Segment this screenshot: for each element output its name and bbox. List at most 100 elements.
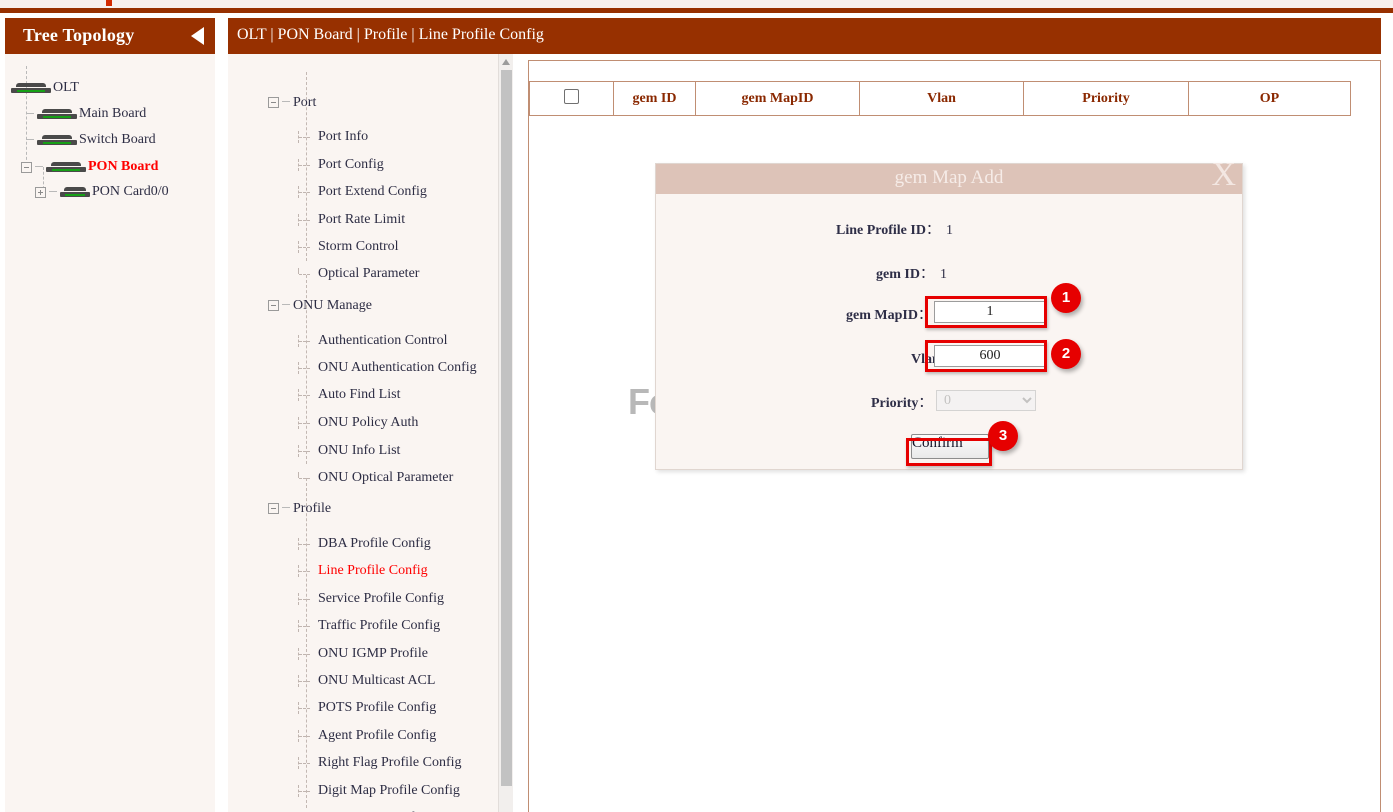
tree-branch-icon — [298, 648, 314, 660]
collapse-panel-icon[interactable] — [191, 27, 204, 45]
tree-branch-icon — [298, 538, 314, 550]
tree-item-port-info[interactable]: Port Info — [298, 129, 368, 145]
field-separator: ： — [918, 396, 932, 411]
annotation-badge-1: 1 — [1051, 283, 1081, 313]
table-col-op[interactable]: OP — [1189, 82, 1351, 116]
tree-branch-icon — [298, 268, 314, 280]
tree-item-port-extend-config[interactable]: Port Extend Config — [298, 184, 427, 200]
tree-node-switch-board[interactable]: Switch Board — [26, 132, 156, 148]
device-icon — [37, 134, 77, 146]
tree-item-dba-profile-config[interactable]: DBA Profile Config — [298, 536, 431, 552]
table-col-gem-mapid[interactable]: gem MapID — [696, 82, 860, 116]
app-window: Tree Topology OLT Main Board Switch Boar… — [0, 0, 1393, 812]
field-gem-id: gem ID：1 — [876, 263, 947, 283]
tree-branch-icon — [298, 757, 314, 769]
checkbox-icon[interactable] — [564, 89, 579, 104]
tree-branch-icon — [298, 241, 314, 253]
tree-branch-icon — [298, 565, 314, 577]
breadcrumb-bar: OLT | PON Board | Profile | Line Profile… — [228, 18, 1381, 54]
tree-node-olt[interactable]: OLT — [11, 80, 79, 96]
vlan-input[interactable] — [934, 345, 1046, 367]
scroll-up-icon[interactable] — [502, 59, 510, 65]
field-priority: Priority： — [871, 392, 932, 412]
field-label: Priority — [871, 396, 918, 412]
top-strip — [0, 0, 1393, 12]
tree-branch-icon — [298, 702, 314, 714]
tree-group-port[interactable]: Port — [268, 95, 316, 111]
tree-item-digit-map-profile-config[interactable]: Digit Map Profile Config — [298, 783, 460, 799]
collapse-minus-icon[interactable] — [268, 503, 279, 514]
tree-item-onu-authentication-config[interactable]: ONU Authentication Config — [298, 360, 477, 376]
device-icon — [60, 186, 90, 198]
table-col-vlan[interactable]: Vlan — [860, 82, 1024, 116]
tree-item-pots-profile-config[interactable]: POTS Profile Config — [298, 700, 436, 716]
tree-node-main-board[interactable]: Main Board — [26, 106, 146, 122]
annotation-badge-2: 2 — [1051, 339, 1081, 369]
tree-group-onu-manage[interactable]: ONU Manage — [268, 298, 372, 314]
close-x-icon[interactable]: X — [1211, 158, 1236, 192]
dialog-title-bar: gem Map Add X — [656, 164, 1242, 194]
tree-branch-icon — [298, 675, 314, 687]
tree-branch-icon — [298, 620, 314, 632]
scrollbar-thumb[interactable] — [501, 70, 512, 786]
tree-item-storm-control[interactable]: Storm Control — [298, 239, 399, 255]
gem-map-add-dialog: gem Map Add X Line Profile ID：1 gem ID：1… — [655, 163, 1243, 470]
navigation-panel: OLT | PON Board | Profile | Line Profile… — [228, 18, 513, 812]
field-label: gem ID — [876, 267, 920, 283]
table-col-gem-id[interactable]: gem ID — [614, 82, 696, 116]
tree-branch-icon — [298, 335, 314, 347]
annotation-badge-3: 3 — [988, 421, 1018, 451]
tree-node-pon-board[interactable]: PON Board — [21, 159, 158, 175]
config-tree: Port Port Info Port Config Port Extend C… — [228, 54, 513, 812]
tree-item-optical-parameter[interactable]: Optical Parameter — [298, 266, 419, 282]
breadcrumb: OLT | PON Board | Profile | Line Profile… — [237, 26, 544, 44]
tree-item-authentication-control[interactable]: Authentication Control — [298, 333, 447, 349]
tree-dash-icon — [26, 139, 34, 140]
nav-scrollbar[interactable] — [498, 54, 513, 812]
tree-item-service-profile-config[interactable]: Service Profile Config — [298, 591, 444, 607]
field-value: 1 — [940, 267, 947, 282]
tree-node-pon-card[interactable]: PON Card0/0 — [35, 184, 169, 200]
tree-branch-icon — [298, 417, 314, 429]
device-icon — [11, 82, 51, 94]
tree-item-port-config[interactable]: Port Config — [298, 157, 384, 173]
gem-mapid-input[interactable] — [934, 301, 1046, 323]
tree-item-port-rate-limit[interactable]: Port Rate Limit — [298, 212, 405, 228]
field-separator: ： — [918, 308, 932, 323]
tree-dash-icon — [282, 101, 290, 102]
tree-branch-icon — [298, 389, 314, 401]
collapse-minus-icon[interactable] — [21, 162, 32, 173]
tree-item-right-flag-profile-config[interactable]: Right Flag Profile Config — [298, 755, 462, 771]
tree-item-line-profile-config[interactable]: Line Profile Config — [298, 563, 428, 579]
tree-item-agent-profile-config[interactable]: Agent Profile Config — [298, 728, 436, 744]
collapse-minus-icon[interactable] — [268, 97, 279, 108]
field-label: gem MapID — [846, 308, 918, 324]
device-icon — [46, 161, 86, 173]
top-strip-bar — [0, 8, 1393, 13]
table-col-priority[interactable]: Priority — [1024, 82, 1189, 116]
gem-map-table: gem ID gem MapID Vlan Priority OP — [529, 81, 1351, 116]
tree-branch-icon — [298, 445, 314, 457]
dialog-body: Line Profile ID：1 gem ID：1 gem MapID： Vl… — [656, 194, 1242, 469]
tree-branch-icon — [298, 362, 314, 374]
tree-item-onu-optical-parameter[interactable]: ONU Optical Parameter — [298, 470, 453, 486]
tree-item-auto-find-list[interactable]: Auto Find List — [298, 387, 400, 403]
table-header-row: gem ID gem MapID Vlan Priority OP — [530, 82, 1351, 116]
tree-dash-icon — [26, 113, 34, 114]
table-select-all-cell — [530, 82, 614, 116]
tree-item-onu-policy-auth[interactable]: ONU Policy Auth — [298, 415, 418, 431]
tree-item-onu-multicast-acl[interactable]: ONU Multicast ACL — [298, 673, 435, 689]
device-icon — [37, 108, 77, 120]
field-line-profile-id: Line Profile ID：1 — [836, 219, 953, 239]
tree-dash-icon — [282, 304, 290, 305]
tree-item-traffic-profile-config[interactable]: Traffic Profile Config — [298, 618, 440, 634]
tree-branch-icon — [298, 131, 314, 143]
tree-dash-icon — [49, 191, 57, 192]
tree-item-onu-info-list[interactable]: ONU Info List — [298, 443, 400, 459]
field-separator: ： — [926, 223, 940, 238]
tree-group-profile[interactable]: Profile — [268, 501, 331, 517]
expand-plus-icon[interactable] — [35, 187, 46, 198]
tree-item-onu-igmp-profile[interactable]: ONU IGMP Profile — [298, 646, 428, 662]
confirm-button[interactable]: Confirm — [911, 434, 989, 459]
collapse-minus-icon[interactable] — [268, 300, 279, 311]
